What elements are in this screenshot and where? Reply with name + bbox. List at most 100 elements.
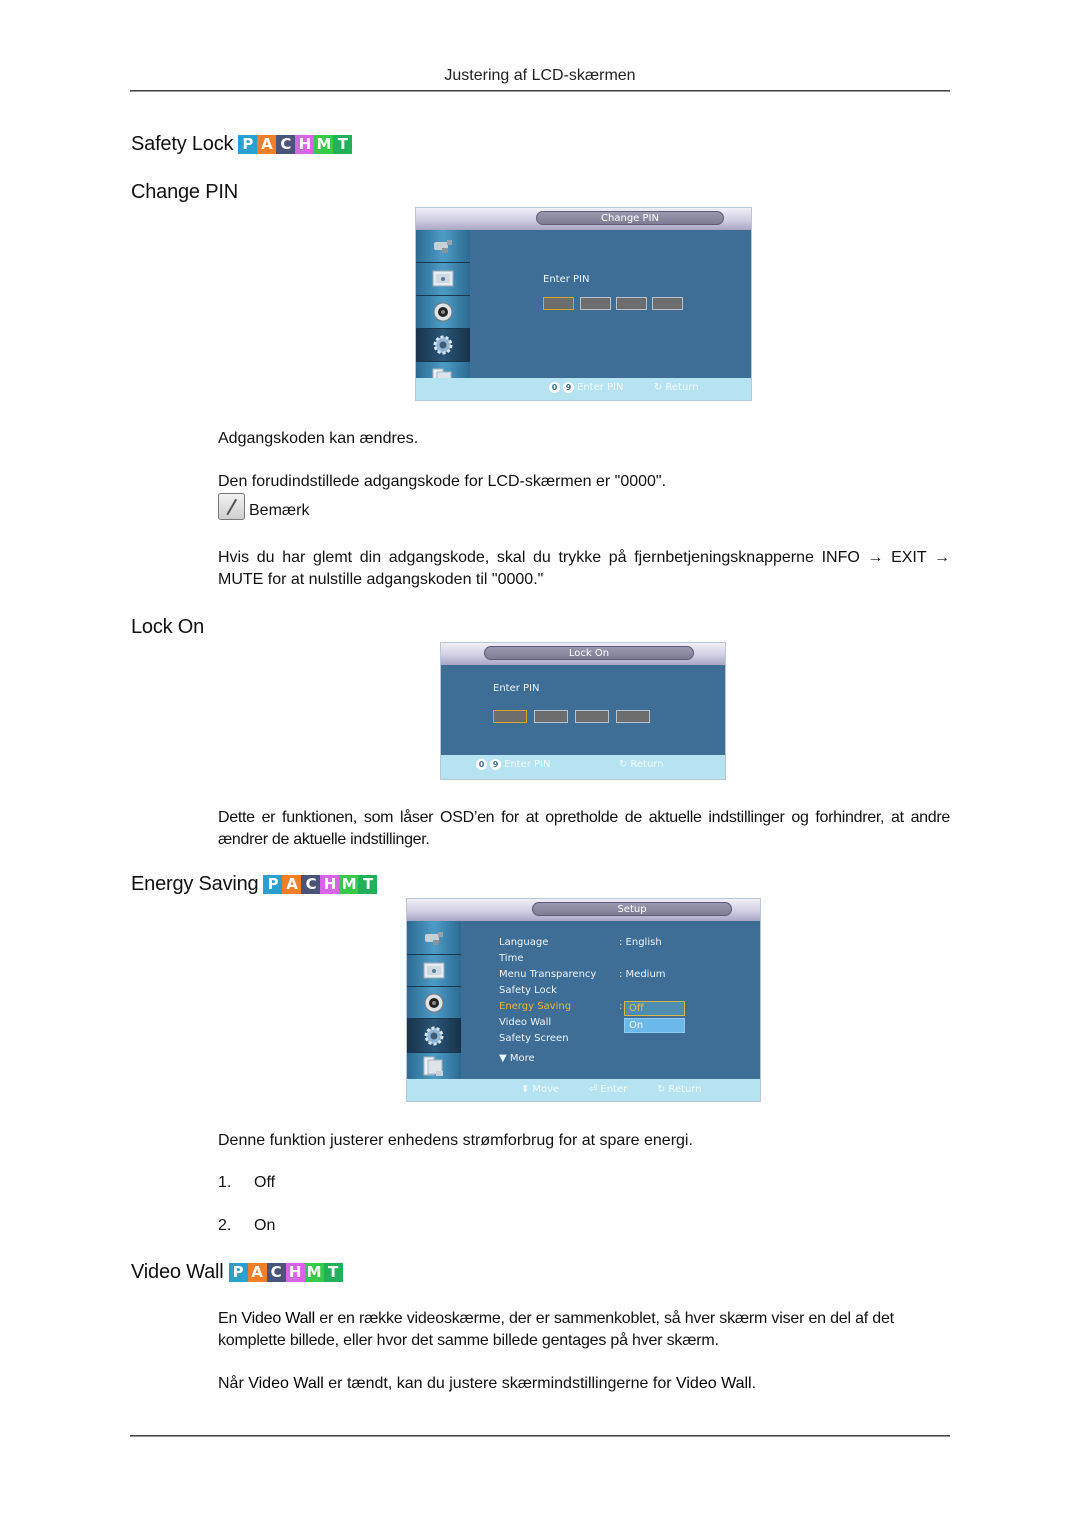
osd-menu-value-language: : English <box>619 937 662 948</box>
badge-letter-p: P <box>263 875 283 894</box>
running-header: Justering af LCD-skærmen <box>444 67 636 84</box>
section-heading-safety-lock: Safety Lock PACHMT <box>131 133 353 156</box>
osd-footer-enter: ⏎ Enter <box>589 1084 627 1095</box>
footer-enter-label: Enter PIN <box>577 382 624 393</box>
picture-icon <box>422 960 446 982</box>
paragraph: Når Video Wall er tændt, kan du justere … <box>218 1373 950 1395</box>
input-plug-icon <box>422 927 446 949</box>
gear-icon <box>431 334 455 356</box>
text: En <box>218 1310 242 1327</box>
text: . <box>751 1375 757 1392</box>
osd-title: Setup <box>532 902 732 916</box>
dropdown-option-off-selected: Off <box>624 1001 685 1016</box>
badge-letter-p: P <box>228 1263 248 1282</box>
multi-control-icon <box>422 1056 446 1078</box>
model-badge: PACHMT <box>238 135 353 154</box>
pin-digit-box <box>580 297 611 310</box>
badge-letter-m: M <box>339 875 359 894</box>
pin-digit-box <box>543 297 574 310</box>
pin-digit-box <box>616 297 647 310</box>
osd-sidebar <box>416 230 470 388</box>
osd-enter-pin-label: Enter PIN <box>543 274 590 285</box>
term-video-wall: Video Wall <box>248 1375 324 1392</box>
osd-menu-item-language: Language <box>499 937 549 948</box>
osd-sidebar <box>407 921 461 1081</box>
badge-letter-m: M <box>314 135 334 154</box>
badge-letter-a: A <box>247 1263 267 1282</box>
osd-menu-item-safety-screen: Safety Screen <box>499 1033 569 1044</box>
note-paragraph: Hvis du har glemt din adgangskode, skal … <box>218 549 950 588</box>
osd-footer-return: ↻ Return <box>654 382 699 393</box>
osd-setup-screenshot: Setup Language : English Time Menu Trans… <box>406 898 761 1102</box>
return-icon: ↻ <box>654 382 663 393</box>
footer-rule <box>130 1435 950 1437</box>
badge-letter-t: T <box>323 1263 343 1282</box>
badge-letter-c: C <box>276 135 296 154</box>
header-rule <box>130 90 950 92</box>
osd-menu-item-safety-lock: Safety Lock <box>499 985 557 996</box>
paragraph: Denne funktion justerer enhedens strømfo… <box>218 1132 693 1149</box>
osd-menu-item-more: ▼ More <box>499 1053 535 1064</box>
text: er tændt, kan du justere skærmindstillin… <box>323 1375 676 1392</box>
text: er en række videoskærme, der er sammenko… <box>218 1310 894 1349</box>
badge-letter-h: H <box>320 875 340 894</box>
badge-letter-t: T <box>358 875 378 894</box>
enter-key-icon: ⏎ <box>589 1084 598 1095</box>
osd-menu-item-energy-saving: Energy Saving <box>499 1001 572 1012</box>
heading-text: Video Wall <box>131 1261 224 1283</box>
osd-title-bar: Lock On <box>441 643 725 665</box>
osd-side-item-setup <box>407 1019 461 1053</box>
pin-digit-box <box>575 710 609 723</box>
pin-digit-box <box>652 297 683 310</box>
osd-footer-enter-pin: 0 9 Enter PIN <box>476 759 550 770</box>
heading-text: Lock On <box>131 616 205 638</box>
osd-footer-return: ↻ Return <box>657 1084 702 1095</box>
osd-title-bar: Setup <box>407 899 760 921</box>
osd-enter-pin-label: Enter PIN <box>493 683 540 694</box>
note-pencil-icon <box>218 493 245 520</box>
text: Når <box>218 1375 249 1392</box>
speaker-icon <box>431 301 455 323</box>
osd-footer <box>407 1079 760 1101</box>
footer-return-label: Return <box>665 382 699 393</box>
footer-return-label: Return <box>668 1084 702 1095</box>
note-label: Bemærk <box>249 502 310 519</box>
digit-key-icon: 9 <box>490 759 501 770</box>
list-label: On <box>254 1217 276 1234</box>
term-video-wall: Video Wall <box>675 1375 752 1392</box>
osd-menu-value-menu-transparency: : Medium <box>619 969 666 980</box>
badge-letter-h: H <box>295 135 315 154</box>
dropdown-option-on: On <box>624 1018 685 1033</box>
osd-footer-return: ↻ Return <box>619 759 664 770</box>
osd-menu-item-video-wall: Video Wall <box>499 1017 552 1028</box>
osd-side-item-input <box>407 921 461 955</box>
badge-letter-c: C <box>266 1263 286 1282</box>
digit-key-icon: 0 <box>549 382 560 393</box>
osd-change-pin-screenshot: Change PIN Enter PIN 0 9 Enter PIN ↻ Ret… <box>415 207 752 401</box>
section-heading-change-pin: Change PIN <box>131 181 238 204</box>
badge-letter-c: C <box>301 875 321 894</box>
osd-footer-move: ⬍ Move <box>521 1084 559 1095</box>
section-heading-video-wall: Video Wall PACHMT <box>131 1261 343 1284</box>
heading-text: Safety Lock <box>131 133 234 155</box>
osd-side-item-input <box>416 230 470 263</box>
osd-side-item-setup <box>416 329 470 362</box>
osd-title-bar: Change PIN <box>416 208 751 230</box>
osd-side-item-picture <box>416 263 470 296</box>
osd-side-item-sound <box>407 987 461 1019</box>
footer-move-label: Move <box>532 1084 560 1095</box>
osd-menu-item-time: Time <box>499 953 524 964</box>
speaker-icon <box>422 992 446 1014</box>
badge-letter-m: M <box>304 1263 324 1282</box>
heading-text: Energy Saving <box>131 873 259 895</box>
heading-text: Change PIN <box>131 181 238 203</box>
list-item: 1. Off <box>218 1174 275 1192</box>
return-icon: ↻ <box>619 759 628 770</box>
osd-side-item-multi-control <box>407 1053 461 1081</box>
osd-title: Lock On <box>484 646 694 660</box>
pin-digit-box <box>616 710 650 723</box>
paragraph: Den forudindstillede adgangskode for LCD… <box>218 473 667 490</box>
badge-letter-a: A <box>257 135 277 154</box>
osd-side-item-sound <box>416 296 470 329</box>
section-heading-energy-saving: Energy Saving PACHMT <box>131 873 378 896</box>
